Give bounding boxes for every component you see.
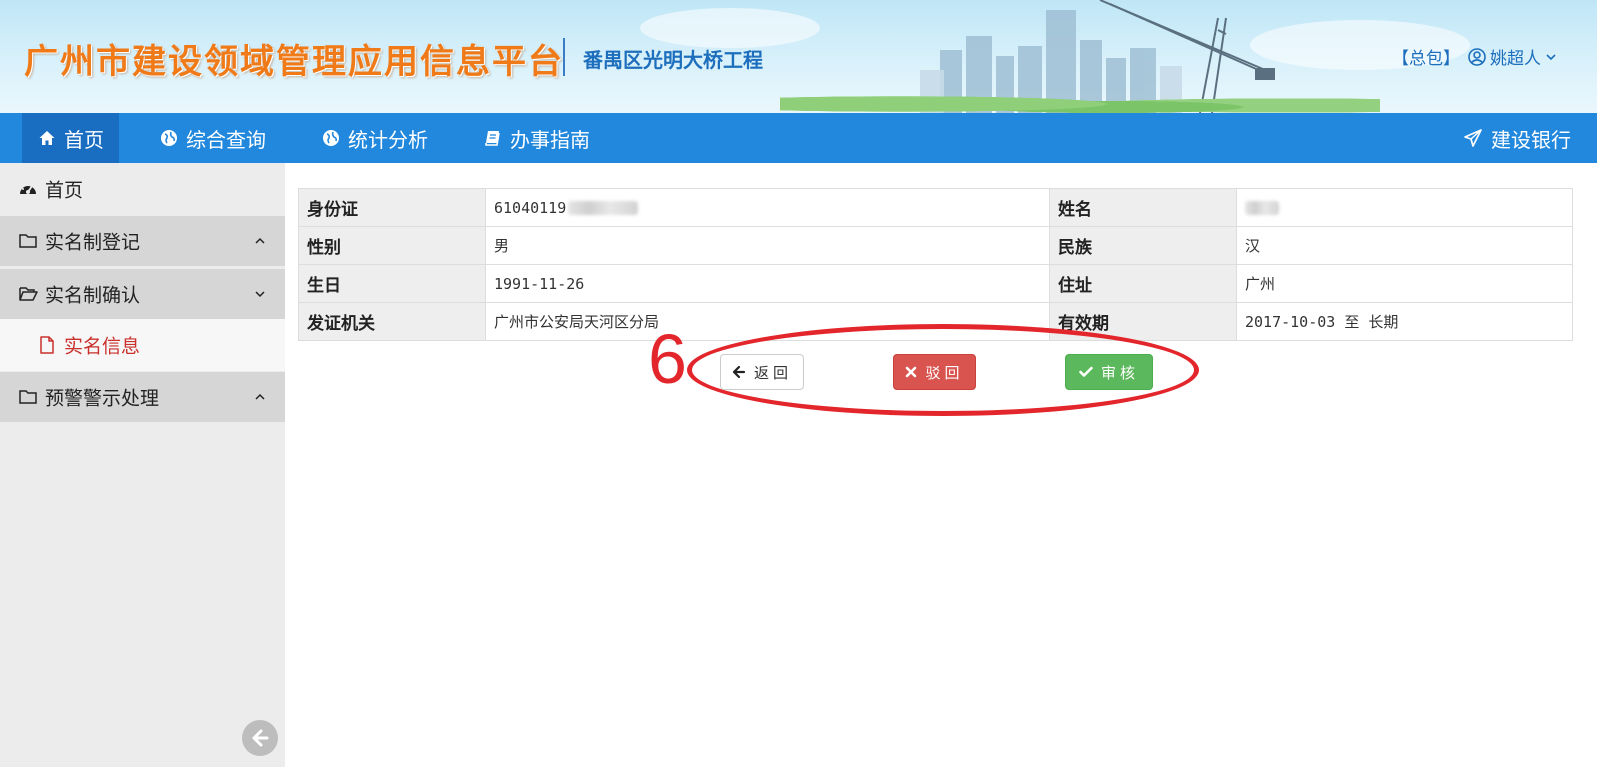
sidebar-label: 实名信息 bbox=[64, 335, 141, 358]
nav-label: 统计分析 bbox=[348, 127, 428, 152]
globe-icon bbox=[161, 130, 177, 146]
check-icon bbox=[1079, 366, 1093, 377]
sidebar-label: 实名制确认 bbox=[45, 284, 141, 307]
approve-button[interactable]: 审核 bbox=[1065, 354, 1153, 390]
back-button[interactable]: 返回 bbox=[720, 354, 804, 390]
birthday-label: 生日 bbox=[298, 264, 486, 303]
top-navigation: 首页 综合查询 统计分析 办事指南 建设银行 bbox=[0, 113, 1597, 163]
realname-info-table: 身份证 61040119 姓名 性别 男 民族 汉 生日 1991-11-26 … bbox=[298, 188, 1573, 341]
redacted-blur bbox=[1245, 201, 1279, 215]
redacted-blur bbox=[568, 201, 639, 215]
ethnicity-label: 民族 bbox=[1049, 226, 1237, 265]
title-divider bbox=[563, 38, 565, 76]
banner-cloud bbox=[640, 8, 820, 48]
chevron-up-icon bbox=[255, 237, 265, 244]
arrow-left-icon bbox=[252, 729, 269, 747]
nav-item-statistics[interactable]: 统计分析 bbox=[322, 113, 428, 163]
sidebar-group-registration[interactable]: 实名制登记 bbox=[0, 216, 285, 266]
name-value-cell bbox=[1236, 188, 1573, 227]
chevron-down-icon bbox=[255, 291, 265, 298]
sidebar-item-realname-info[interactable]: 实名信息 bbox=[0, 319, 285, 371]
chevron-down-icon bbox=[1546, 53, 1556, 60]
sidebar-label: 实名制登记 bbox=[45, 231, 141, 254]
sidebar-group-warning[interactable]: 预警警示处理 bbox=[0, 372, 285, 422]
table-row: 性别 男 民族 汉 bbox=[298, 226, 1573, 265]
nav-item-guide[interactable]: 办事指南 bbox=[484, 113, 590, 163]
folder-icon bbox=[19, 234, 37, 248]
birthday-value: 1991-11-26 bbox=[485, 264, 1050, 303]
nav-label: 办事指南 bbox=[510, 127, 590, 152]
dashboard-icon bbox=[20, 183, 36, 194]
site-title: 广州市建设领域管理应用信息平台 bbox=[24, 44, 564, 81]
ethnicity-value: 汉 bbox=[1236, 226, 1573, 265]
user-name: 姚超人 bbox=[1490, 49, 1541, 69]
reject-button[interactable]: 驳回 bbox=[893, 354, 976, 390]
nav-item-ccb[interactable]: 建设银行 bbox=[1463, 113, 1571, 163]
address-value: 广州 bbox=[1236, 264, 1573, 303]
folder-icon bbox=[19, 390, 37, 404]
nav-item-home[interactable]: 首页 bbox=[22, 113, 119, 163]
folder-open-icon bbox=[19, 287, 38, 301]
address-label: 住址 bbox=[1049, 264, 1237, 303]
nav-label: 综合查询 bbox=[186, 127, 266, 152]
id-label: 身份证 bbox=[298, 188, 486, 227]
approve-label: 审核 bbox=[1100, 363, 1139, 382]
sidebar-item-home[interactable]: 首页 bbox=[0, 163, 285, 215]
gender-value: 男 bbox=[485, 226, 1050, 265]
close-icon bbox=[906, 366, 917, 378]
paper-plane-icon bbox=[1464, 129, 1482, 147]
banner-trees bbox=[780, 92, 1380, 113]
arrow-left-icon bbox=[732, 365, 746, 379]
project-name: 番禺区光明大桥工程 bbox=[583, 48, 763, 72]
sidebar-label: 预警警示处理 bbox=[45, 387, 160, 410]
header-user-area: 【总包】 姚超人 bbox=[1392, 44, 1557, 69]
book-icon bbox=[485, 131, 500, 146]
nav-item-query[interactable]: 综合查询 bbox=[160, 113, 266, 163]
back-label: 返回 bbox=[753, 363, 792, 382]
user-circle-icon bbox=[1468, 47, 1486, 66]
sidebar-group-confirmation[interactable]: 实名制确认 bbox=[0, 269, 285, 319]
home-icon bbox=[39, 131, 55, 145]
table-row: 身份证 61040119 姓名 bbox=[298, 188, 1573, 227]
sidebar-collapse-button[interactable] bbox=[242, 720, 278, 756]
annotation-step-number: 6 bbox=[648, 320, 687, 398]
validity-value: 2017-10-03 至 长期 bbox=[1236, 302, 1573, 341]
name-label: 姓名 bbox=[1049, 188, 1237, 227]
sidebar-label: 首页 bbox=[45, 179, 84, 202]
sidebar: 首页 实名制登记 实名制确认 实名信息 预警警示处理 bbox=[0, 163, 285, 767]
nav-label: 建设银行 bbox=[1491, 127, 1571, 152]
chevron-up-icon bbox=[255, 393, 265, 400]
header-banner: 广州市建设领域管理应用信息平台 番禺区光明大桥工程 【总包】 姚超人 bbox=[0, 0, 1597, 113]
file-icon bbox=[40, 336, 54, 354]
id-value-cell: 61040119 bbox=[485, 188, 1050, 227]
reject-label: 驳回 bbox=[925, 363, 964, 382]
role-badge[interactable]: 【总包】 bbox=[1392, 44, 1460, 69]
id-value: 61040119 bbox=[494, 198, 567, 217]
issuer-label: 发证机关 bbox=[298, 302, 486, 341]
gender-label: 性别 bbox=[298, 226, 486, 265]
table-row: 生日 1991-11-26 住址 广州 bbox=[298, 264, 1573, 303]
globe-icon bbox=[323, 130, 339, 146]
nav-label: 首页 bbox=[64, 127, 104, 152]
user-menu[interactable]: 姚超人 bbox=[1468, 44, 1557, 69]
